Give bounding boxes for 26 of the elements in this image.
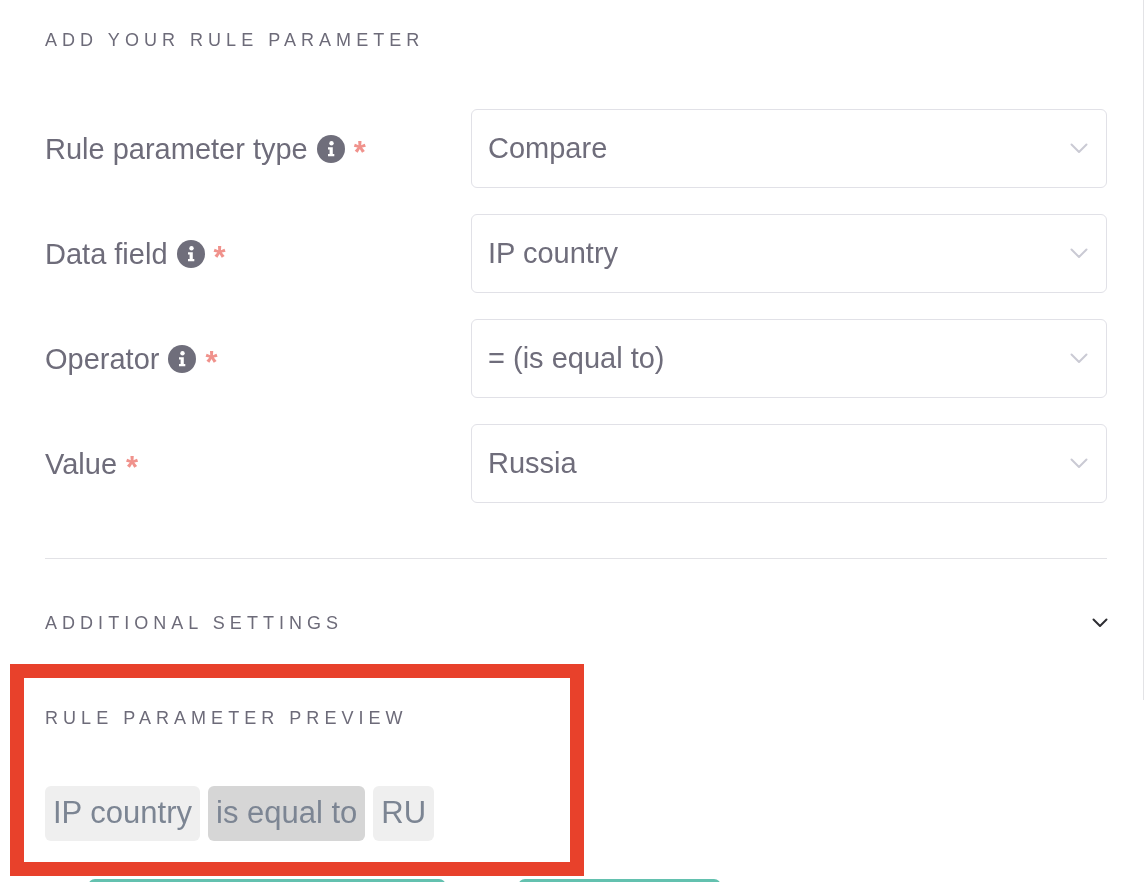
dropdown-select[interactable]: = (is equal to) (471, 319, 1107, 398)
required-asterisk: * (205, 349, 218, 376)
info-icon[interactable] (176, 239, 205, 268)
value-token: RU (373, 786, 435, 841)
chevron-down-icon (1070, 353, 1088, 364)
chevron-down-icon[interactable] (1092, 618, 1108, 628)
field-token: IP country (45, 786, 200, 841)
chevron-down-icon (1070, 143, 1088, 154)
operator-token: is equal to (208, 786, 366, 841)
dropdown-select[interactable]: Russia (471, 424, 1107, 503)
dropdown-select[interactable]: IP country (471, 214, 1107, 293)
section-title: ADDITIONAL SETTINGS (45, 612, 344, 634)
field-label: Rule parameter type (45, 131, 308, 166)
required-asterisk: * (126, 454, 139, 481)
required-asterisk: * (213, 244, 226, 271)
field-label: Operator (45, 341, 160, 376)
chevron-down-icon (1070, 458, 1088, 469)
field-label: Data field (45, 236, 168, 271)
section-title: RULE PARAMETER PREVIEW (45, 707, 408, 729)
required-asterisk: * (353, 139, 366, 166)
info-icon[interactable] (316, 134, 345, 163)
section-title: ADD YOUR RULE PARAMETER (45, 29, 425, 51)
chevron-down-icon (1070, 248, 1088, 259)
field-label: Value (45, 446, 118, 481)
info-icon[interactable] (168, 344, 197, 373)
dropdown-select[interactable]: Compare (471, 109, 1107, 188)
